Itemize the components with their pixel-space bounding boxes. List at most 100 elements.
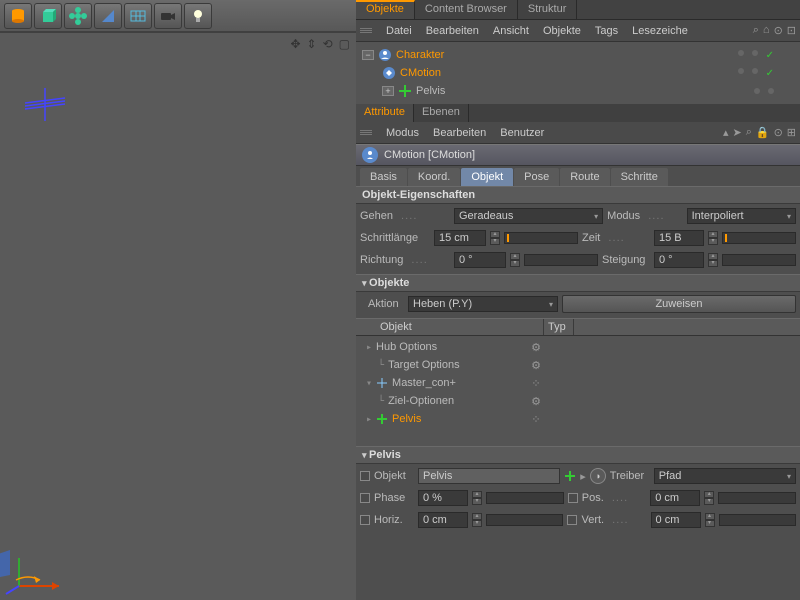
lock-icon[interactable]: 🔒	[756, 126, 770, 139]
slider-schritt[interactable]	[504, 232, 578, 244]
tool-grid-icon[interactable]	[124, 3, 152, 29]
menu-modus[interactable]: Modus	[386, 127, 419, 139]
new-icon[interactable]: ⊙	[774, 126, 783, 139]
spinner-horiz[interactable]: ▴▾	[472, 513, 482, 527]
section-pelvis[interactable]: Pelvis	[356, 446, 800, 464]
spinner-steigung[interactable]: ▴▾	[708, 253, 718, 267]
tab-ebenen[interactable]: Ebenen	[414, 104, 469, 122]
dropdown-treiber[interactable]: Pfad	[654, 468, 796, 484]
tab-attribute[interactable]: Attribute	[356, 104, 414, 122]
menu-datei[interactable]: Datei	[386, 25, 412, 37]
menu-tags[interactable]: Tags	[595, 25, 618, 37]
menu-lesezeichen[interactable]: Lesezeiche	[632, 25, 688, 37]
spinner-pos[interactable]: ▴▾	[704, 491, 714, 505]
nav-up-icon[interactable]: ▴	[723, 126, 729, 139]
tree-row-pelvis[interactable]: + Pelvis	[362, 82, 794, 100]
tab-pose[interactable]: Pose	[514, 168, 559, 186]
slider-zeit[interactable]	[722, 232, 796, 244]
slider-steigung[interactable]	[722, 254, 796, 266]
vis-dot[interactable]	[752, 68, 758, 74]
tab-objekt[interactable]: Objekt	[461, 168, 513, 186]
tool-wedge-icon[interactable]	[94, 3, 122, 29]
eye-icon[interactable]: ⊙	[774, 24, 783, 37]
tool-cube-icon[interactable]	[34, 3, 62, 29]
search-icon[interactable]: ⌕	[746, 126, 752, 139]
home-icon[interactable]: ⌂	[763, 24, 770, 37]
list-row-pelvis[interactable]: ▸Pelvis ⁘	[356, 410, 800, 428]
spinner-schritt[interactable]: ▴▾	[490, 231, 500, 245]
vis-dot[interactable]	[768, 88, 774, 94]
tree-row-charakter[interactable]: − Charakter ✓	[362, 46, 794, 64]
checkbox-objekt[interactable]	[360, 471, 370, 481]
menu-bearbeiten[interactable]: Bearbeiten	[426, 25, 479, 37]
menu-ansicht[interactable]: Ansicht	[493, 25, 529, 37]
checkbox-horiz[interactable]	[360, 515, 370, 525]
field-objekt-name[interactable]: Pelvis	[418, 468, 560, 484]
spinner-zeit[interactable]: ▴▾	[708, 231, 718, 245]
vis-dot[interactable]	[752, 50, 758, 56]
list-row-target-options[interactable]: └Target Options ⚙	[356, 356, 800, 374]
dropdown-aktion[interactable]: Heben (P.Y)	[408, 296, 558, 312]
checkbox-vert[interactable]	[567, 515, 577, 525]
tab-struktur[interactable]: Struktur	[518, 0, 578, 19]
grip-icon[interactable]	[360, 130, 372, 135]
field-zeit[interactable]: 15 B	[654, 230, 704, 246]
dropdown-arrow-icon[interactable]: ▸	[580, 470, 586, 483]
spinner-phase[interactable]: ▴▾	[472, 491, 482, 505]
picker-button[interactable]: ◑	[590, 468, 606, 484]
list-row-ziel-optionen[interactable]: └Ziel-Optionen ⚙	[356, 392, 800, 410]
spinner-vert[interactable]: ▴▾	[705, 513, 715, 527]
menu-objekte[interactable]: Objekte	[543, 25, 581, 37]
tab-route[interactable]: Route	[560, 168, 609, 186]
tab-schritte[interactable]: Schritte	[611, 168, 668, 186]
nav-rotate-icon[interactable]: ⟲	[323, 37, 333, 51]
field-steigung[interactable]: 0 °	[654, 252, 704, 268]
check-icon[interactable]: ✓	[766, 50, 774, 61]
expand-icon[interactable]: +	[382, 86, 394, 96]
nav-max-icon[interactable]: ▢	[339, 37, 350, 51]
tab-basis[interactable]: Basis	[360, 168, 407, 186]
tool-camera-icon[interactable]	[154, 3, 182, 29]
check-icon[interactable]: ✓	[766, 68, 774, 79]
field-richtung[interactable]: 0 °	[454, 252, 506, 268]
section-objekte[interactable]: Objekte	[356, 274, 800, 292]
menu-bearbeiten-2[interactable]: Bearbeiten	[433, 127, 486, 139]
list-row-hub-options[interactable]: ▸Hub Options ⚙	[356, 338, 800, 356]
tab-objekte[interactable]: Objekte	[356, 0, 415, 19]
field-phase[interactable]: 0 %	[418, 490, 468, 506]
menu-benutzer[interactable]: Benutzer	[500, 127, 544, 139]
tool-flower-icon[interactable]	[64, 3, 92, 29]
slider-phase[interactable]	[486, 492, 564, 504]
zuweisen-button[interactable]: Zuweisen	[562, 295, 796, 313]
dropdown-gehen[interactable]: Geradeaus	[454, 208, 603, 224]
plus-icon[interactable]: ⊞	[787, 126, 796, 139]
checkbox-phase[interactable]	[360, 493, 370, 503]
field-pos[interactable]: 0 cm	[650, 490, 700, 506]
nav-move-icon[interactable]: ✥	[290, 37, 300, 51]
slider-richtung[interactable]	[524, 254, 598, 266]
slider-vert[interactable]	[719, 514, 796, 526]
tool-cylinder-icon[interactable]	[4, 3, 32, 29]
vis-dot[interactable]	[738, 50, 744, 56]
slider-horiz[interactable]	[486, 514, 563, 526]
tool-light-icon[interactable]	[184, 3, 212, 29]
vis-dot[interactable]	[738, 68, 744, 74]
nav-arrow-icon[interactable]: ➤	[732, 126, 741, 139]
field-horiz[interactable]: 0 cm	[418, 512, 468, 528]
field-vert[interactable]: 0 cm	[651, 512, 701, 528]
vis-dot[interactable]	[754, 88, 760, 94]
grip-icon[interactable]	[360, 28, 372, 33]
tree-row-cmotion[interactable]: CMotion ✓	[362, 64, 794, 82]
checkbox-pos[interactable]	[568, 493, 578, 503]
search-icon[interactable]: ⌕	[753, 24, 759, 37]
tab-koord[interactable]: Koord.	[408, 168, 460, 186]
list-row-master-con[interactable]: ▾Master_con+ ⁘	[356, 374, 800, 392]
viewport-3d[interactable]: ✥ ⇕ ⟲ ▢	[0, 32, 356, 600]
field-schrittlaenge[interactable]: 15 cm	[434, 230, 486, 246]
more-icon[interactable]: ⊡	[787, 24, 796, 37]
dropdown-modus[interactable]: Interpoliert	[687, 208, 796, 224]
tab-content-browser[interactable]: Content Browser	[415, 0, 518, 19]
expand-icon[interactable]: −	[362, 50, 374, 60]
slider-pos[interactable]	[718, 492, 796, 504]
nav-zoom-icon[interactable]: ⇕	[307, 37, 317, 51]
